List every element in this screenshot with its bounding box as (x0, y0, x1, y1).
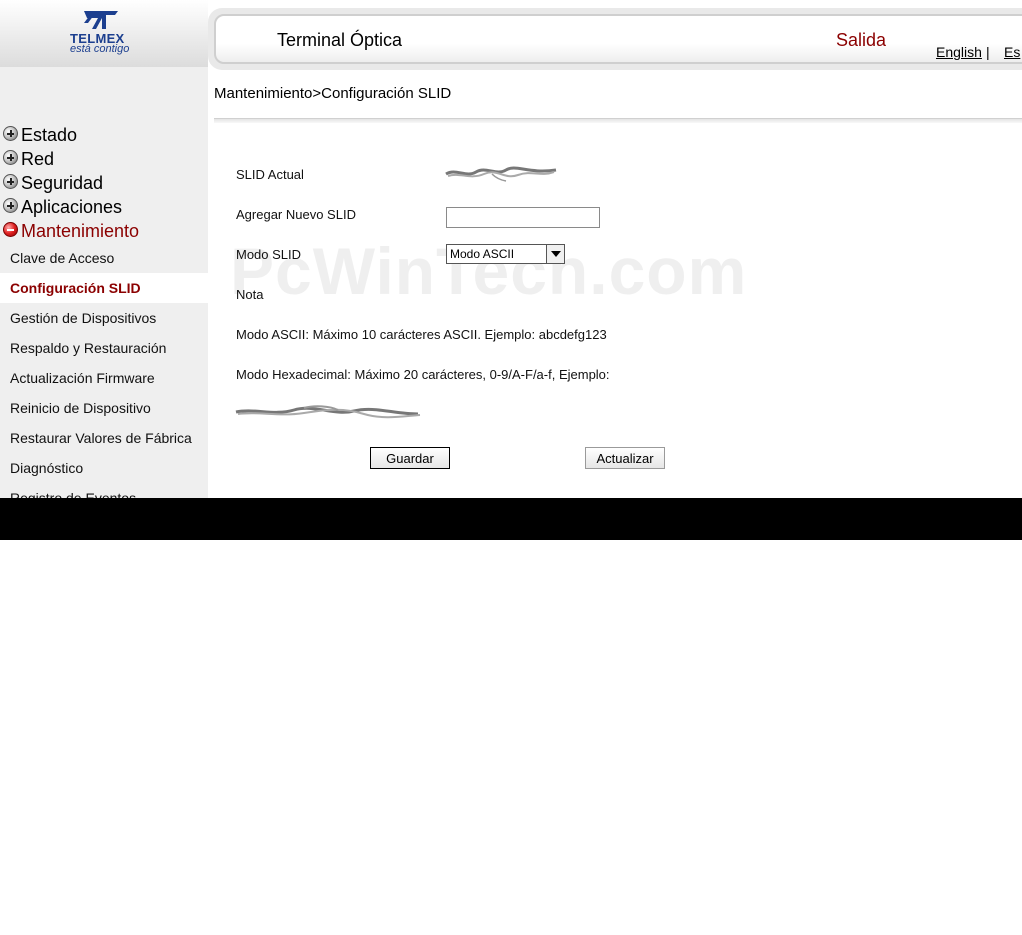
submenu-diagnostico[interactable]: Diagnóstico (0, 453, 208, 483)
menu-label: Seguridad (21, 172, 104, 193)
chevron-down-icon (546, 245, 564, 263)
telmex-logo-icon (84, 11, 118, 29)
plus-icon (3, 149, 18, 165)
page-title: Terminal Óptica (277, 30, 403, 50)
minus-icon (3, 221, 18, 237)
refresh-button[interactable]: Actualizar (585, 447, 665, 469)
lang-english-link[interactable]: English (936, 44, 982, 60)
redacted-hex-example (235, 405, 421, 419)
breadcrumb: Mantenimiento>Configuración SLID (214, 85, 452, 102)
note-hex: Modo Hexadecimal: Máximo 20 carácteres, … (236, 367, 610, 382)
lang-spanish-link[interactable]: Es (1004, 44, 1020, 60)
menu-label: Estado (21, 124, 78, 145)
logo-area: TELMEX está contigo (0, 0, 208, 67)
brand-tagline: está contigo (70, 43, 130, 55)
note-label: Nota (236, 287, 264, 302)
menu-label: Red (21, 148, 55, 169)
lang-separator: | (986, 44, 990, 60)
sidebar: TELMEX está contigo Estado Red Seguridad… (0, 0, 208, 498)
menu-aplicaciones[interactable]: Aplicaciones (0, 195, 208, 219)
menu-label: Mantenimiento (21, 220, 140, 241)
submenu-reinicio-dispositivo[interactable]: Reinicio de Dispositivo (0, 393, 208, 423)
new-slid-label: Agregar Nuevo SLID (236, 207, 356, 222)
menu-red[interactable]: Red (0, 147, 208, 171)
mode-selected-value: Modo ASCII (450, 247, 515, 261)
save-button[interactable]: Guardar (370, 447, 450, 469)
menu-seguridad[interactable]: Seguridad (0, 171, 208, 195)
plus-icon (3, 197, 18, 213)
submenu-restaurar-valores-fabrica[interactable]: Restaurar Valores de Fábrica (0, 423, 208, 453)
submenu-gestion-dispositivos[interactable]: Gestión de Dispositivos (0, 303, 208, 333)
mode-slid-select[interactable]: Modo ASCII (446, 244, 565, 264)
submenu-clave-de-acceso[interactable]: Clave de Acceso (0, 243, 208, 273)
bottom-bar (0, 498, 1022, 540)
submenu-actualizacion-firmware[interactable]: Actualización Firmware (0, 363, 208, 393)
divider (214, 118, 1022, 123)
exit-link[interactable]: Salida (836, 30, 886, 51)
redacted-slid-value (445, 166, 557, 182)
submenu-registro-eventos[interactable]: Registro de Eventos (0, 483, 208, 498)
plus-icon (3, 125, 18, 141)
note-ascii: Modo ASCII: Máximo 10 carácteres ASCII. … (236, 327, 607, 342)
submenu-configuracion-slid[interactable]: Configuración SLID (0, 273, 208, 303)
new-slid-input[interactable] (446, 207, 600, 228)
menu-estado[interactable]: Estado (0, 123, 208, 147)
plus-icon (3, 173, 18, 189)
current-slid-label: SLID Actual (236, 167, 304, 182)
mode-slid-label: Modo SLID (236, 247, 302, 262)
submenu-respaldo-restauracion[interactable]: Respaldo y Restauración (0, 333, 208, 363)
menu-label: Aplicaciones (21, 196, 123, 217)
menu-mantenimiento[interactable]: Mantenimiento (0, 219, 208, 243)
